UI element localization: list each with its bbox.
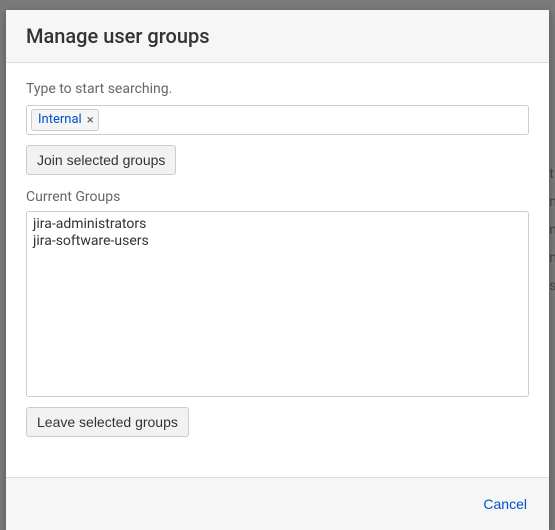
current-groups-label: Current Groups bbox=[26, 189, 529, 205]
leave-selected-groups-button[interactable]: Leave selected groups bbox=[26, 407, 189, 437]
join-selected-groups-button[interactable]: Join selected groups bbox=[26, 145, 176, 175]
manage-user-groups-modal: Manage user groups Type to start searchi… bbox=[6, 10, 549, 530]
modal-title: Manage user groups bbox=[26, 24, 529, 48]
group-search-input[interactable]: Internal × bbox=[26, 105, 529, 135]
current-groups-listbox[interactable]: jira-administratorsjira-software-users bbox=[26, 211, 529, 397]
modal-header: Manage user groups bbox=[6, 10, 549, 63]
modal-body: Type to start searching. Internal × Join… bbox=[6, 63, 549, 477]
search-hint: Type to start searching. bbox=[26, 81, 529, 97]
close-icon[interactable]: × bbox=[87, 114, 94, 127]
background-obscured-text: tnnns bbox=[549, 160, 555, 300]
selected-tag: Internal × bbox=[31, 109, 99, 131]
cancel-button[interactable]: Cancel bbox=[481, 492, 529, 516]
modal-footer: Cancel bbox=[6, 477, 549, 530]
list-item[interactable]: jira-administrators bbox=[33, 216, 522, 233]
tag-label: Internal bbox=[38, 111, 82, 129]
list-item[interactable]: jira-software-users bbox=[33, 233, 522, 250]
